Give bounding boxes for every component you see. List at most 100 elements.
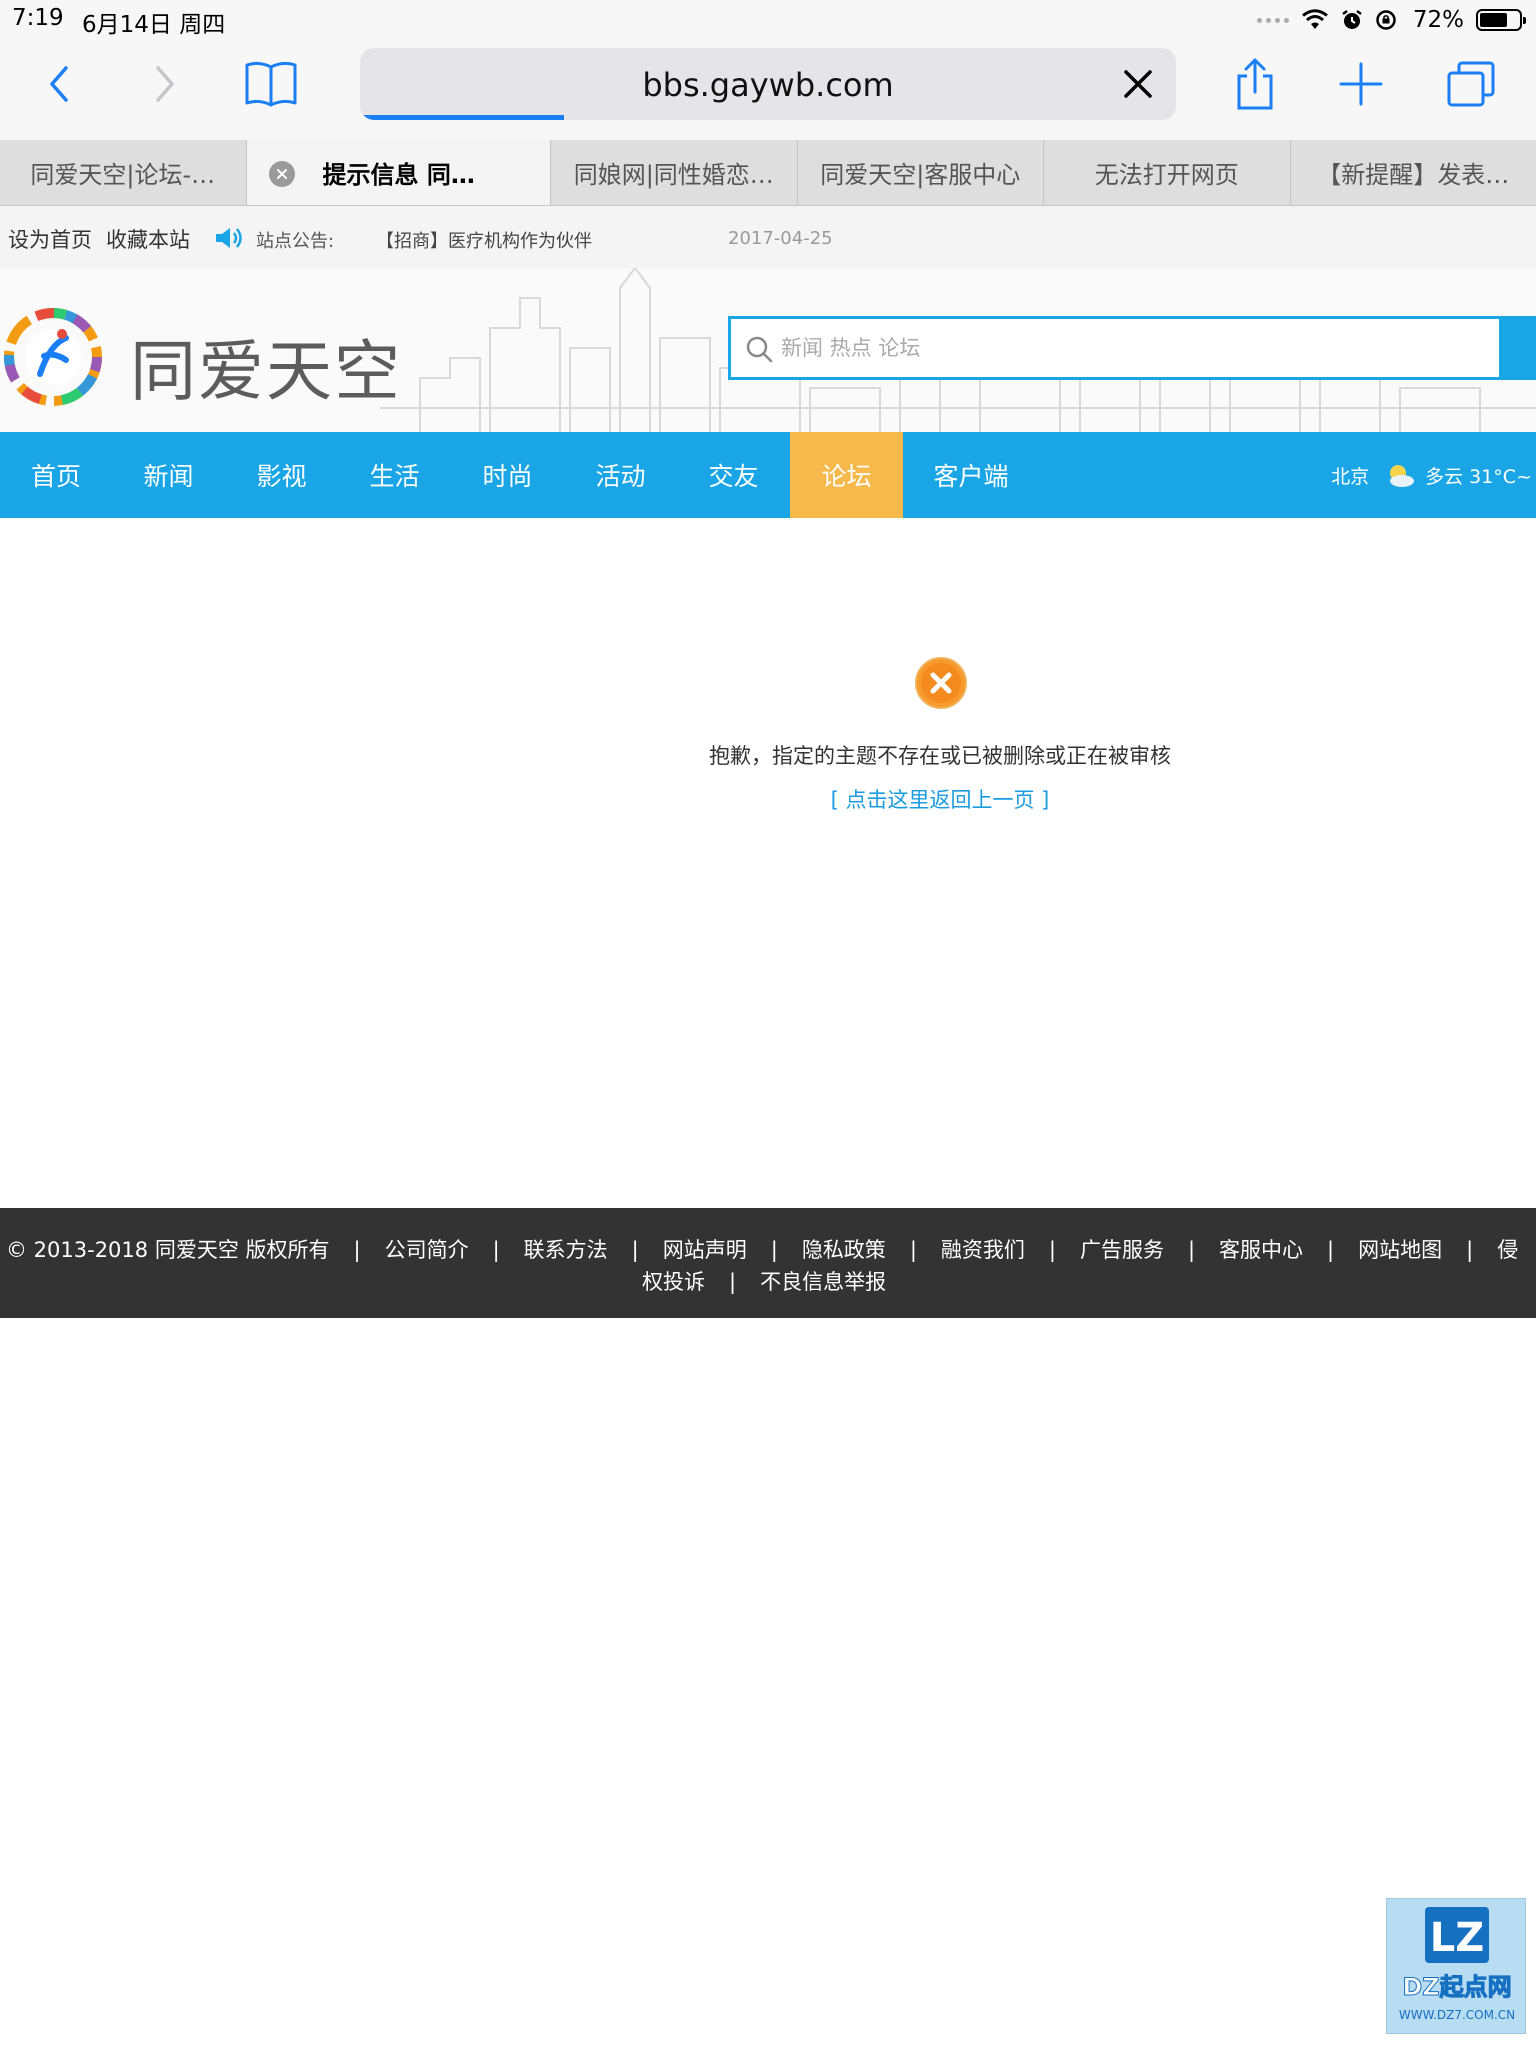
status-date: 6月14日 周四 xyxy=(82,12,226,38)
close-icon xyxy=(1124,70,1152,98)
load-progress-bar xyxy=(360,115,564,120)
url-text: bbs.gaywb.com xyxy=(642,66,894,104)
tab-title: 提示信息 同… xyxy=(322,161,475,189)
nav-item-home[interactable]: 首页 xyxy=(0,432,112,518)
footer-link-complaint-start[interactable]: 侵 xyxy=(1497,1238,1518,1262)
chevron-left-icon xyxy=(50,66,68,102)
alarm-icon xyxy=(1342,10,1362,29)
browser-toolbar: bbs.gaywb.com xyxy=(0,40,1536,140)
tab-title: 同爱天空|客服中心 xyxy=(820,161,1021,189)
watermark-badge: LZ xyxy=(1430,1915,1485,1961)
nav-item-news[interactable]: 新闻 xyxy=(112,432,225,518)
cellular-signal-icon xyxy=(1256,17,1289,23)
tab-title: 无法打开网页 xyxy=(1094,161,1239,189)
footer-separator: | xyxy=(492,1238,500,1262)
nav-item-fashion[interactable]: 时尚 xyxy=(451,432,564,518)
footer-copyright: © 2013-2018 同爱天空 版权所有 xyxy=(6,1238,330,1262)
tab-title: 同娘网|同性婚恋… xyxy=(573,161,774,189)
partly-cloudy-icon xyxy=(1390,465,1415,487)
footer-link-ads[interactable]: 广告服务 xyxy=(1080,1238,1164,1262)
browser-tab[interactable]: 【新提醒】发表… xyxy=(1291,140,1536,205)
browser-tab[interactable]: 同爱天空|客服中心 xyxy=(798,140,1044,205)
main-nav: 首页 新闻 影视 生活 时尚 活动 交友 论坛 客户端 北京 多云 31°C~ xyxy=(0,432,1536,518)
watermark-url: WWW.DZ7.COM.CN xyxy=(1399,2008,1515,2022)
site-footer: © 2013-2018 同爱天空 版权所有 | 公司简介 | 联系方法 | 网站声明 | 隐私政… xyxy=(0,1208,1536,1318)
search-input[interactable] xyxy=(781,319,1481,377)
error-icon xyxy=(915,657,967,709)
notice-date: 2017-04-25 xyxy=(728,228,833,249)
weather-city: 北京 xyxy=(1331,465,1370,488)
site-logo-icon xyxy=(4,308,102,406)
search-box xyxy=(728,316,1502,380)
footer-link-statement[interactable]: 网站声明 xyxy=(663,1238,747,1262)
footer-separator: | xyxy=(1466,1238,1474,1262)
book-icon xyxy=(245,61,297,107)
status-time: 7:19 xyxy=(12,5,64,31)
nav-item-dating[interactable]: 交友 xyxy=(677,432,790,518)
nav-item-events[interactable]: 活动 xyxy=(564,432,677,518)
browser-tab[interactable]: 同娘网|同性婚恋… xyxy=(551,140,798,205)
footer-link-privacy[interactable]: 隐私政策 xyxy=(802,1238,886,1262)
chevron-right-icon xyxy=(156,66,174,102)
speaker-icon xyxy=(216,228,242,248)
browser-tab[interactable]: 无法打开网页 xyxy=(1044,140,1291,205)
battery-icon xyxy=(1476,9,1526,31)
footer-separator: | xyxy=(631,1238,639,1262)
footer-links-row-2: 权投诉 | 不良信息举报 xyxy=(642,1266,886,1296)
search-button[interactable] xyxy=(1500,316,1536,380)
tab-strip: 同爱天空|论坛-… 提示信息 同… 同娘网|同性婚恋… 同爱天空|客服中心 无法… xyxy=(0,140,1536,206)
weather-text: 多云 31°C~ xyxy=(1425,465,1532,488)
notice-label: 站点公告: xyxy=(256,231,335,252)
nav-item-video[interactable]: 影视 xyxy=(225,432,338,518)
rotation-lock-icon xyxy=(1376,10,1396,30)
footer-link-invest[interactable]: 融资我们 xyxy=(941,1238,1025,1262)
stop-loading-button[interactable] xyxy=(1116,62,1160,106)
footer-link-report[interactable]: 不良信息举报 xyxy=(760,1270,886,1294)
footer-separator: | xyxy=(1048,1238,1056,1262)
nav-item-life[interactable]: 生活 xyxy=(338,432,451,518)
footer-link-complaint-end[interactable]: 权投诉 xyxy=(642,1270,705,1294)
watermark-name: DZ起点网 xyxy=(1402,1973,1511,2001)
tabs-icon xyxy=(1447,61,1495,107)
wifi-icon xyxy=(1301,9,1328,29)
tab-close-button[interactable] xyxy=(268,161,295,187)
browser-tab[interactable]: 同爱天空|论坛-… xyxy=(0,140,247,205)
back-to-previous-link[interactable]: [ 点击这里返回上一页 ] xyxy=(0,784,1536,814)
new-tab-button[interactable] xyxy=(1326,54,1396,114)
battery-percent: 72% xyxy=(1412,7,1464,33)
status-bar: 7:19 6月14日 周四 72% xyxy=(0,0,1536,40)
site-topbar: 设为首页 收藏本站 站点公告: 【招商】医疗机构作为伙伴 2017-04-25 xyxy=(0,206,1536,268)
bookmarks-button[interactable] xyxy=(236,54,306,114)
error-message: 抱歉，指定的主题不存在或已被删除或正在被审核 xyxy=(709,744,1171,768)
share-button[interactable] xyxy=(1220,54,1290,114)
footer-links-row: © 2013-2018 同爱天空 版权所有 | 公司简介 | 联系方法 | 网站声明 | 隐私政… xyxy=(6,1234,1536,1264)
address-bar[interactable]: bbs.gaywb.com xyxy=(360,48,1176,120)
close-icon xyxy=(276,169,287,179)
dz7-watermark-logo: LZ DZ起点网 WWW.DZ7.COM.CN xyxy=(1386,1898,1526,2034)
back-button[interactable] xyxy=(24,54,94,114)
site-header: 同爱天空 xyxy=(0,268,1536,432)
weather-widget: 北京 多云 31°C~ xyxy=(1331,460,1532,490)
browser-tab-active[interactable]: 提示信息 同… xyxy=(246,140,551,205)
site-logo-text[interactable]: 同爱天空 xyxy=(130,318,402,414)
footer-separator: | xyxy=(729,1270,737,1294)
footer-link-contact[interactable]: 联系方法 xyxy=(524,1238,608,1262)
bookmark-site-link[interactable]: 收藏本站 xyxy=(106,224,190,254)
footer-separator: | xyxy=(909,1238,917,1262)
footer-link-support[interactable]: 客服中心 xyxy=(1219,1238,1303,1262)
footer-separator: | xyxy=(770,1238,778,1262)
plus-icon xyxy=(1339,62,1383,106)
status-indicators: 72% xyxy=(1256,4,1526,36)
forward-button[interactable] xyxy=(130,54,200,114)
footer-link-about[interactable]: 公司简介 xyxy=(385,1238,469,1262)
footer-separator: | xyxy=(1327,1238,1335,1262)
share-icon xyxy=(1237,58,1273,110)
set-homepage-link[interactable]: 设为首页 xyxy=(8,224,92,254)
footer-link-sitemap[interactable]: 网站地图 xyxy=(1358,1238,1442,1262)
tab-title: 【新提醒】发表… xyxy=(1317,161,1510,189)
nav-item-client[interactable]: 客户端 xyxy=(903,432,1039,518)
tabs-overview-button[interactable] xyxy=(1436,54,1506,114)
footer-separator: | xyxy=(1187,1238,1196,1262)
nav-item-forum[interactable]: 论坛 xyxy=(790,432,903,518)
notice-link[interactable]: 【招商】医疗机构作为伙伴 xyxy=(376,227,592,253)
